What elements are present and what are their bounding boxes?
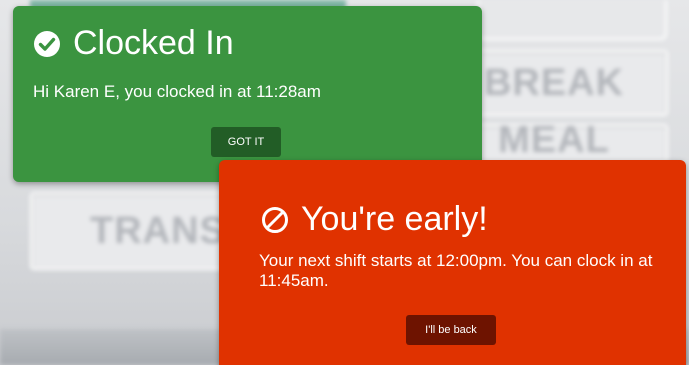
clocked-in-toast: Clocked In Hi Karen E, you clocked in at… bbox=[13, 6, 482, 182]
ill-be-back-button[interactable]: I'll be back bbox=[406, 315, 496, 345]
prohibited-icon bbox=[262, 206, 288, 233]
early-message: Your next shift starts at 12:00pm. You c… bbox=[259, 251, 653, 290]
early-title-row: You're early! bbox=[261, 200, 488, 239]
clocked-in-title-row: Clocked In bbox=[33, 24, 234, 63]
screen: BREAK MEAL TRANSFER Clocked In Hi Karen … bbox=[0, 0, 689, 365]
background-break-label: BREAK bbox=[483, 61, 625, 104]
got-it-button[interactable]: GOT IT bbox=[211, 127, 281, 157]
clocked-in-title: Clocked In bbox=[73, 24, 234, 62]
early-title: You're early! bbox=[301, 200, 488, 238]
background-right-panel bbox=[477, 0, 667, 40]
clocked-in-message: Hi Karen E, you clocked in at 11:28am bbox=[33, 82, 321, 101]
check-circle-icon bbox=[34, 30, 60, 57]
background-meal-label: MEAL bbox=[498, 119, 610, 161]
early-toast: You're early! Your next shift starts at … bbox=[219, 160, 686, 365]
